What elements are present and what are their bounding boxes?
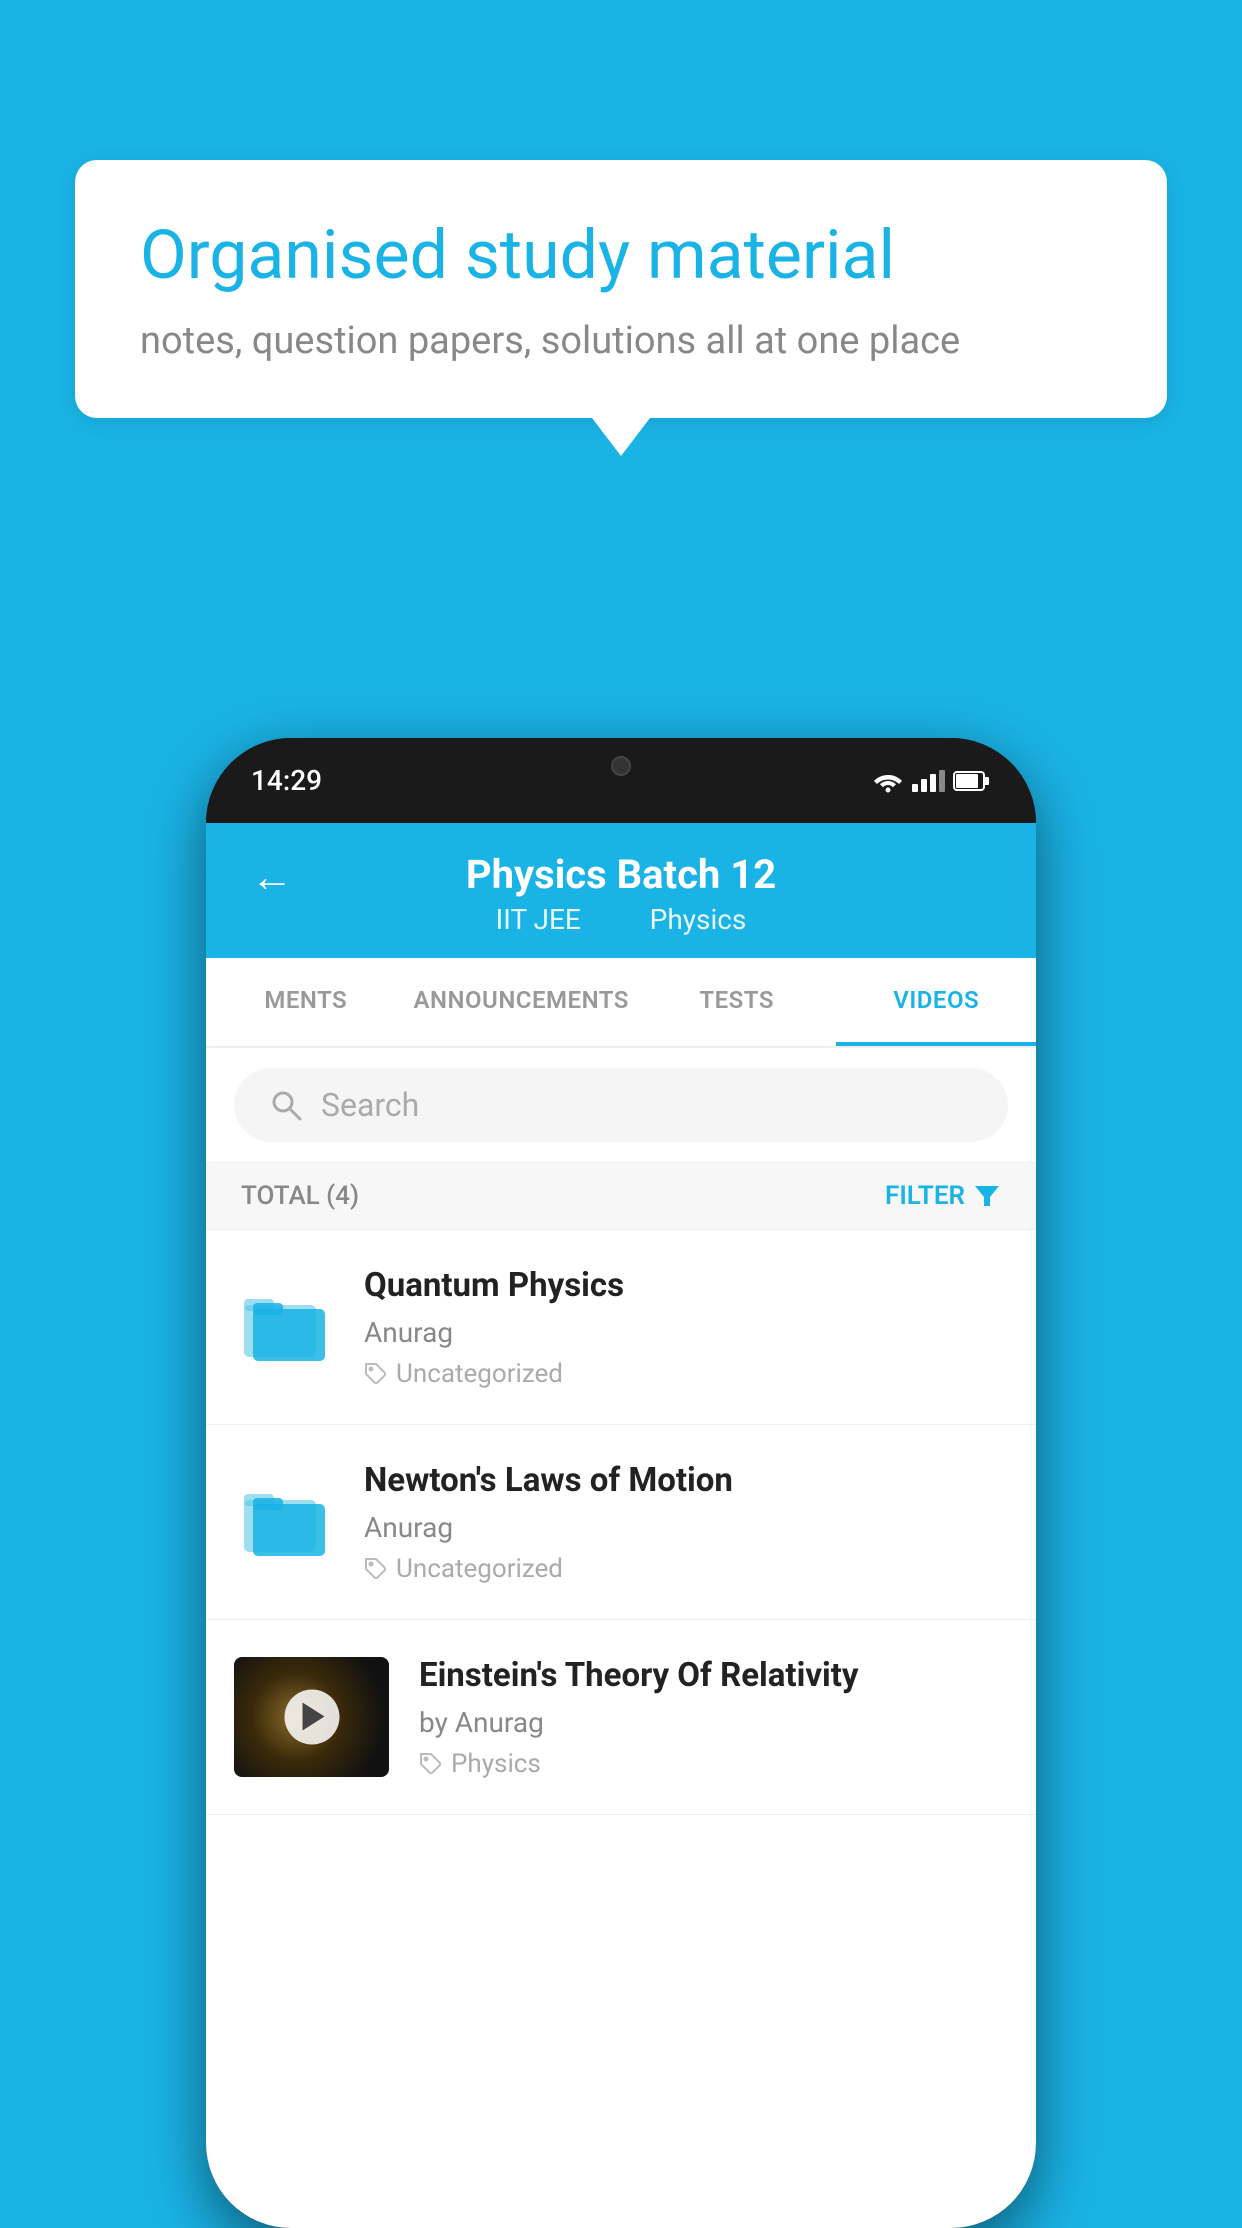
speech-bubble-container: Organised study material notes, question… [75,160,1167,418]
tabs-container: MENTS ANNOUNCEMENTS TESTS VIDEOS [206,958,1036,1048]
video-author: Anurag [364,1316,1008,1349]
tab-ments[interactable]: MENTS [206,958,406,1046]
video-title: Einstein's Theory Of Relativity [419,1655,1008,1698]
bubble-subtitle: notes, question papers, solutions all at… [140,319,1102,363]
video-title: Newton's Laws of Motion [364,1460,1008,1503]
phone-screen: ← Physics Batch 12 IIT JEE Physics MENTS… [206,823,1036,2228]
list-item[interactable]: Newton's Laws of Motion Anurag Uncategor… [206,1425,1036,1620]
subtitle-part1: IIT JEE [496,903,581,936]
video-author: Anurag [364,1511,1008,1544]
app-header: ← Physics Batch 12 IIT JEE Physics [206,823,1036,958]
tag-icon [419,1752,443,1776]
video-tag: Uncategorized [364,1554,1008,1584]
front-camera [611,756,631,776]
subtitle-separator [612,903,626,936]
list-item[interactable]: Quantum Physics Anurag Uncategorized [206,1230,1036,1425]
play-triangle-icon [303,1703,325,1731]
subtitle-part2: Physics [650,903,747,936]
folder-icon [239,1287,329,1367]
search-container: Search [206,1048,1036,1163]
video-author: by Anurag [419,1706,1008,1739]
notch [541,738,701,793]
signal-icon [912,770,945,792]
folder-icon-container [234,1282,334,1372]
filter-button[interactable]: FILTER [885,1181,1001,1211]
folder-icon [239,1482,329,1562]
video-thumbnail [234,1657,389,1777]
video-info: Quantum Physics Anurag Uncategorized [364,1265,1008,1389]
app-title: Physics Batch 12 [466,851,776,898]
status-time: 14:29 [251,764,322,797]
video-tag: Uncategorized [364,1359,1008,1389]
tag-icon [364,1362,388,1386]
wifi-icon [872,769,904,793]
play-button[interactable] [284,1689,339,1744]
search-icon [269,1088,303,1122]
tab-tests[interactable]: TESTS [637,958,837,1046]
search-bar[interactable]: Search [234,1068,1008,1142]
tag-icon [364,1557,388,1581]
search-placeholder: Search [321,1086,419,1124]
folder-icon-container [234,1477,334,1567]
bubble-title: Organised study material [140,215,1102,297]
status-icons [872,769,991,793]
filter-icon [973,1182,1001,1210]
video-list: Quantum Physics Anurag Uncategorized [206,1230,1036,1815]
filter-label: FILTER [885,1181,965,1211]
battery-icon [953,770,991,792]
back-button[interactable]: ← [251,853,293,902]
status-bar: 14:29 [206,738,1036,823]
app-subtitle: IIT JEE Physics [484,903,759,936]
filter-bar: TOTAL (4) FILTER [206,1163,1036,1230]
video-title: Quantum Physics [364,1265,1008,1308]
tab-videos[interactable]: VIDEOS [836,958,1036,1046]
total-count: TOTAL (4) [241,1181,359,1211]
tab-announcements[interactable]: ANNOUNCEMENTS [406,958,637,1046]
video-info: Newton's Laws of Motion Anurag Uncategor… [364,1460,1008,1584]
phone-frame: 14:29 [206,738,1036,2228]
list-item[interactable]: Einstein's Theory Of Relativity by Anura… [206,1620,1036,1815]
video-info: Einstein's Theory Of Relativity by Anura… [419,1655,1008,1779]
video-tag: Physics [419,1749,1008,1779]
speech-bubble: Organised study material notes, question… [75,160,1167,418]
